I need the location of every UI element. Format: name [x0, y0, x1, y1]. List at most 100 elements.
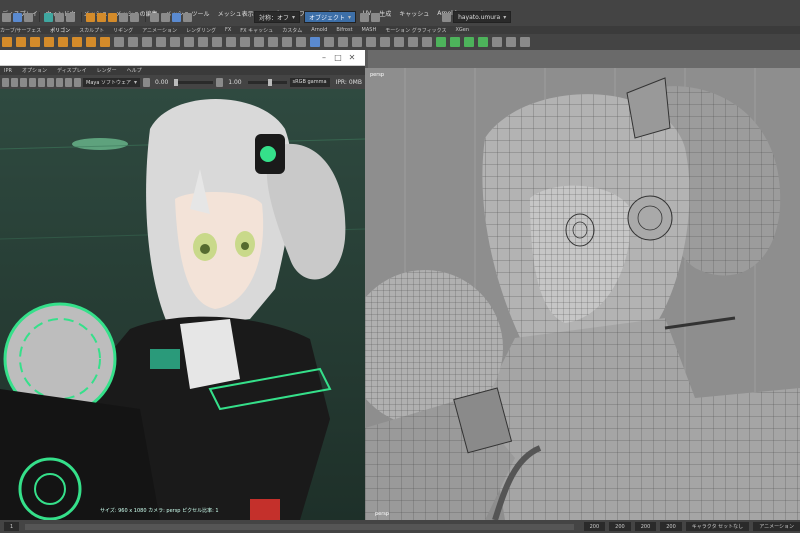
redo-render-icon[interactable]	[2, 77, 9, 87]
refresh-icon[interactable]	[20, 77, 27, 87]
shelf-tab-curves[interactable]: カーブ/サーフェス	[0, 27, 41, 34]
camera-field[interactable]: Maya ソフトウェア ▾	[83, 77, 141, 87]
shelf-tab-rigging[interactable]: リギング	[113, 27, 133, 34]
shelf-tab-arnold[interactable]: Arnold	[311, 27, 327, 33]
alpha-icon[interactable]	[56, 77, 63, 87]
window-titlebar[interactable]: – □ ✕	[0, 50, 365, 66]
minimize-icon[interactable]: –	[317, 53, 331, 62]
save-scene-icon[interactable]	[24, 12, 33, 22]
start-frame-field[interactable]: 1	[4, 522, 20, 531]
layer-icon[interactable]	[408, 37, 418, 47]
separate-icon[interactable]	[142, 37, 152, 47]
cylinder-icon[interactable]	[30, 37, 40, 47]
snap-surface-icon[interactable]	[130, 12, 139, 22]
exposure-value[interactable]: 0.00	[155, 79, 168, 86]
lasso-tool-icon[interactable]	[55, 12, 64, 22]
target-weld-icon[interactable]	[268, 37, 278, 47]
pencil-icon[interactable]	[394, 37, 404, 47]
pivot-icon[interactable]	[338, 37, 348, 47]
combine-icon[interactable]	[128, 37, 138, 47]
select-tool-icon[interactable]	[44, 12, 53, 22]
keep-image-icon[interactable]	[74, 77, 81, 87]
platonic-icon[interactable]	[100, 37, 110, 47]
slider-knob[interactable]	[174, 78, 179, 86]
transform-icon[interactable]	[360, 12, 370, 22]
render-settings-icon[interactable]	[183, 12, 192, 22]
extrude-icon[interactable]	[198, 37, 208, 47]
arnold-render-icon[interactable]	[436, 37, 446, 47]
snap-curve-icon[interactable]	[97, 12, 106, 22]
freeze-icon[interactable]	[352, 37, 362, 47]
anim-layer-dropdown[interactable]: アニメーション	[753, 522, 800, 531]
cube-icon[interactable]	[16, 37, 26, 47]
bridge-icon[interactable]	[212, 37, 222, 47]
end-frame-field[interactable]: 200	[583, 522, 606, 531]
bevel-icon[interactable]	[226, 37, 236, 47]
history-icon[interactable]	[150, 12, 159, 22]
uv-editor-icon[interactable]	[310, 37, 320, 47]
close-icon[interactable]: ✕	[345, 53, 359, 62]
shelf-tab-rendering[interactable]: レンダリング	[186, 27, 216, 34]
svg-icon[interactable]	[114, 37, 124, 47]
one-to-one-icon[interactable]	[65, 77, 72, 87]
ipr-icon[interactable]	[11, 77, 18, 87]
shelf-tab-polygons[interactable]: ポリゴン	[50, 27, 70, 34]
anim-max-field[interactable]: 200	[660, 522, 682, 531]
gamma-value[interactable]: 1.00	[228, 79, 241, 86]
maximize-icon[interactable]: □	[331, 53, 345, 62]
soft-select-icon[interactable]	[324, 37, 334, 47]
center-pivot-icon[interactable]	[366, 37, 376, 47]
sphere-icon[interactable]	[2, 37, 12, 47]
cone-icon[interactable]	[44, 37, 54, 47]
arnold-standin-icon[interactable]	[506, 37, 516, 47]
arnold-volume-icon[interactable]	[520, 37, 530, 47]
smooth-icon[interactable]	[156, 37, 166, 47]
quad-draw-icon[interactable]	[282, 37, 292, 47]
rv-menu-ipr[interactable]: IPR	[4, 68, 12, 74]
edge-loop-icon[interactable]	[296, 37, 306, 47]
rv-menu-display[interactable]: ディスプレイ	[57, 67, 87, 74]
snap-plane-icon[interactable]	[119, 12, 128, 22]
snap-point-icon[interactable]	[108, 12, 117, 22]
shelf-tab-mash[interactable]: MASH	[362, 27, 377, 33]
character-set-dropdown[interactable]: キャラクタ セットなし	[685, 522, 750, 531]
snapshot-icon[interactable]	[38, 77, 45, 87]
shelf-tab-xgen[interactable]: XGen	[455, 27, 469, 33]
shelf-tab-custom[interactable]: カスタム	[282, 27, 302, 34]
shelf-tab-fx-caching[interactable]: FX キャッシュ	[240, 27, 273, 34]
render-frame-icon[interactable]	[161, 12, 170, 22]
lock-icon[interactable]	[371, 12, 381, 22]
region-icon[interactable]	[29, 77, 36, 87]
rgb-icon[interactable]	[47, 77, 54, 87]
user-dropdown[interactable]: hayato.umura ▾	[453, 11, 512, 23]
rv-menu-render[interactable]: レンダー	[97, 67, 117, 74]
delete-history-icon[interactable]	[380, 37, 390, 47]
disc-icon[interactable]	[86, 37, 96, 47]
shelf-tab-fx[interactable]: FX	[225, 27, 231, 33]
persp-viewport[interactable]: persp persp	[365, 68, 800, 520]
outliner-icon[interactable]	[422, 37, 432, 47]
color-space-field[interactable]: sRGB gamma	[289, 77, 330, 87]
rv-menu-help[interactable]: ヘルプ	[127, 67, 142, 74]
snap-grid-icon[interactable]	[86, 12, 95, 22]
shelf-tab-motion-graphics[interactable]: モーション グラフィックス	[385, 27, 446, 34]
multi-cut-icon[interactable]	[254, 37, 264, 47]
paint-select-icon[interactable]	[66, 12, 75, 22]
ipr-render-icon[interactable]	[172, 12, 181, 22]
gamma-slider[interactable]	[247, 78, 287, 86]
symmetry-dropdown[interactable]: 対称：オフ ▾	[254, 11, 301, 23]
shelf-tab-sculpting[interactable]: スカルプト	[79, 27, 104, 34]
rv-menu-options[interactable]: オプション	[22, 67, 47, 74]
plane-icon[interactable]	[72, 37, 82, 47]
shelf-tab-bifrost[interactable]: Bifrost	[336, 27, 352, 33]
arnold-light-icon[interactable]	[450, 37, 460, 47]
playback-end-field[interactable]: 200	[609, 522, 631, 531]
range-slider[interactable]	[25, 523, 574, 530]
exposure-slider[interactable]	[174, 78, 214, 86]
arnold-area-icon[interactable]	[478, 37, 488, 47]
fill-hole-icon[interactable]	[240, 37, 250, 47]
anim-end-field[interactable]: 200	[634, 522, 657, 531]
shelf-tab-animation[interactable]: アニメーション	[142, 27, 177, 34]
slider-knob[interactable]	[267, 78, 272, 86]
new-scene-icon[interactable]	[2, 12, 11, 22]
